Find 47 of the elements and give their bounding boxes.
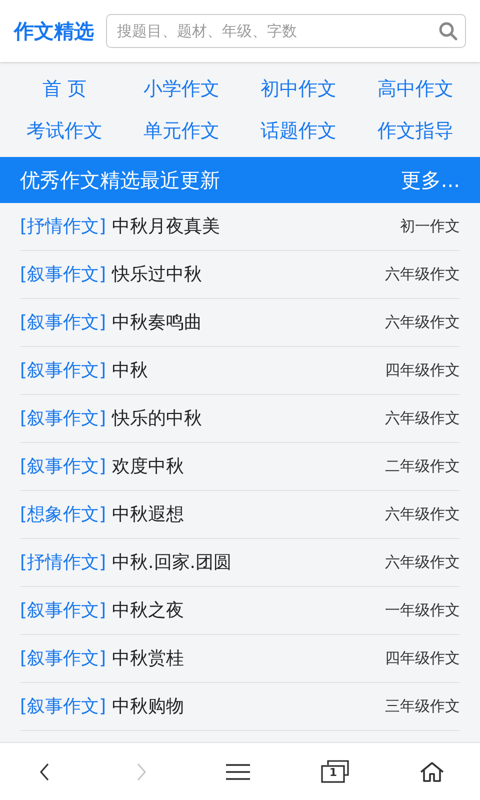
- article-title[interactable]: 中秋奏鸣曲: [112, 309, 202, 336]
- grade-label: 六年级作文: [385, 312, 460, 334]
- grade-label: 初一作文: [400, 216, 460, 238]
- category-link[interactable]: [叙事作文]: [20, 357, 106, 384]
- category-link[interactable]: [想象作文]: [20, 501, 106, 528]
- article-title[interactable]: 欢度中秋: [112, 453, 184, 480]
- category-link[interactable]: [叙事作文]: [20, 597, 106, 624]
- grade-label: 六年级作文: [385, 552, 460, 574]
- more-link[interactable]: 更多...: [400, 165, 460, 195]
- nav-link[interactable]: 首 页: [42, 71, 87, 107]
- category-link[interactable]: [叙事作文]: [20, 261, 106, 288]
- article-title[interactable]: 中秋: [112, 357, 148, 384]
- grade-label: 六年级作文: [385, 408, 460, 430]
- article-title[interactable]: 中秋月夜真美: [112, 213, 220, 240]
- nav-link[interactable]: 初中作文: [260, 71, 336, 107]
- nav-link[interactable]: 单元作文: [144, 113, 220, 149]
- article-title[interactable]: 中秋购物: [112, 693, 184, 720]
- section-title: 优秀作文精选最近更新: [20, 167, 220, 194]
- grade-label: 六年级作文: [385, 504, 460, 526]
- article-title[interactable]: 中秋.回家.团圆: [112, 549, 232, 576]
- grade-label: 六年级作文: [385, 264, 460, 286]
- logo-text: 作文精选: [14, 18, 94, 45]
- category-link[interactable]: [抒情作文]: [20, 213, 106, 240]
- grade-label: 二年级作文: [385, 456, 460, 478]
- grade-label: 一年级作文: [385, 600, 460, 622]
- article-title[interactable]: 快乐的中秋: [112, 405, 202, 432]
- article-title[interactable]: 中秋之夜: [112, 597, 184, 624]
- article-title[interactable]: 中秋遐想: [112, 501, 184, 528]
- nav-link[interactable]: 作文指导: [378, 113, 454, 149]
- category-link[interactable]: [叙事作文]: [20, 645, 106, 672]
- nav-link[interactable]: 小学作文: [144, 71, 220, 107]
- search-icon[interactable]: [438, 21, 458, 41]
- article-title[interactable]: 快乐过中秋: [112, 261, 202, 288]
- search-field[interactable]: 搜题目、题材、年级、字数: [106, 14, 466, 48]
- category-link[interactable]: [叙事作文]: [20, 453, 106, 480]
- article-title[interactable]: 中秋赏桂: [112, 645, 184, 672]
- home-icon[interactable]: [419, 760, 446, 784]
- category-link[interactable]: [抒情作文]: [20, 549, 106, 576]
- grade-label: 四年级作文: [385, 360, 460, 382]
- category-link[interactable]: [叙事作文]: [20, 693, 106, 720]
- nav-link[interactable]: 考试作文: [26, 113, 102, 149]
- grade-label: 三年级作文: [385, 696, 460, 718]
- nav-link[interactable]: 话题作文: [260, 113, 336, 149]
- category-link[interactable]: [叙事作文]: [20, 405, 106, 432]
- category-link[interactable]: [叙事作文]: [20, 309, 106, 336]
- grade-label: 四年级作文: [385, 648, 460, 670]
- nav-link[interactable]: 高中作文: [378, 71, 454, 107]
